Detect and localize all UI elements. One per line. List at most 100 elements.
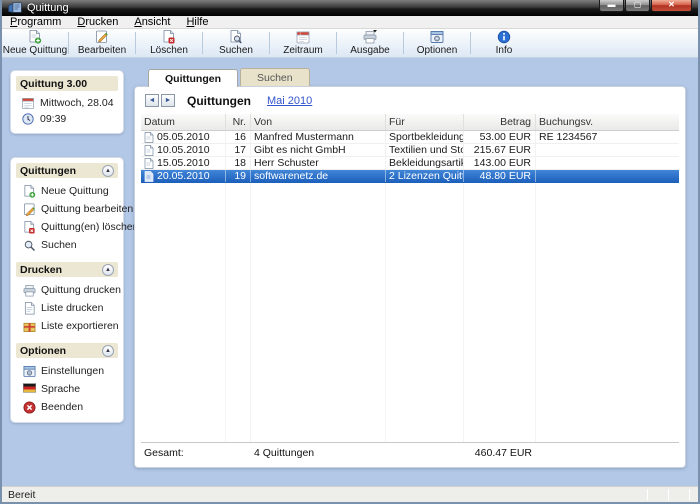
cell-fuer: 2 Lizenzen Quittung	[386, 170, 464, 182]
cell-nr: 17	[226, 144, 251, 156]
app-icon	[8, 2, 22, 14]
toolbar-output-button[interactable]: Ausgabe	[337, 29, 403, 57]
cell-datum: 05.05.2010	[157, 131, 210, 143]
clock-icon	[22, 113, 35, 126]
toolbar-edit-button[interactable]: Bearbeiten	[69, 29, 135, 57]
page-title: Quittungen	[187, 94, 251, 108]
panel-header: ◄ ► Quittungen Mai 2010	[135, 87, 685, 114]
sidebar-item-label: Quittung(en) löschen	[41, 221, 138, 233]
sidebar-item-sprache[interactable]: Sprache	[14, 380, 120, 398]
column-header-von[interactable]: Von	[251, 114, 386, 130]
sidebar-item-label: Neue Quittung	[41, 185, 109, 197]
cell-nr: 19	[226, 170, 251, 182]
sidebar-item-suchen[interactable]: Suchen	[14, 236, 120, 254]
sidebar-item-quittung-drucken[interactable]: Quittung drucken	[14, 281, 120, 299]
toolbar-new-receipt-button[interactable]: Neue Quittung	[2, 29, 68, 57]
cell-von: Manfred Mustermann	[251, 131, 386, 143]
group-header-drucken: Drucken ▲	[16, 262, 118, 277]
menu-drucken[interactable]: Drucken	[77, 16, 118, 28]
cell-datum: 10.05.2010	[157, 144, 210, 156]
table-row[interactable]: 10.05.2010 17 Gibt es nicht GmbH Textili…	[141, 144, 679, 157]
sidebar-item-quittung-bearbeiten[interactable]: Quittung bearbeiten	[14, 200, 120, 218]
toolbar-button-label: Info	[496, 45, 513, 56]
sidebar-item-label: Einstellungen	[41, 365, 104, 377]
cell-von: softwarenetz.de	[251, 170, 386, 182]
sidebar-item-liste-drucken[interactable]: Liste drucken	[14, 299, 120, 317]
collapse-icon[interactable]: ▲	[102, 264, 114, 276]
info-icon	[497, 30, 511, 44]
toolbar-button-label: Löschen	[150, 45, 188, 56]
group-header-optionen: Optionen ▲	[16, 343, 118, 358]
previous-month-button[interactable]: ◄	[145, 94, 159, 107]
cell-buchungsv	[536, 157, 679, 169]
table-header: Datum Nr. Von Für Betrag Buchungsv.	[141, 114, 679, 131]
sidebar-item-quittung-loeschen[interactable]: Quittung(en) löschen	[14, 218, 120, 236]
cell-betrag: 215.67 EUR	[464, 144, 536, 156]
toolbar-delete-button[interactable]: Löschen	[136, 29, 202, 57]
sidebar-item-label: Liste drucken	[41, 302, 103, 314]
sidebar-item-einstellungen[interactable]: Einstellungen	[14, 362, 120, 380]
tab-suchen[interactable]: Suchen	[240, 68, 310, 86]
column-header-datum[interactable]: Datum	[141, 114, 226, 130]
sidebar: Quittung 3.00 Mittwoch, 28.04 09:39	[10, 70, 124, 423]
sidebar-item-label: Beenden	[41, 401, 83, 413]
table-row[interactable]: 05.05.2010 16 Manfred Mustermann Sportbe…	[141, 131, 679, 144]
new-receipt-icon	[28, 30, 42, 44]
column-header-betrag[interactable]: Betrag	[464, 114, 536, 130]
table-empty-area	[141, 183, 679, 442]
quit-icon	[23, 401, 36, 414]
menu-hilfe[interactable]: Hilfe	[186, 16, 208, 28]
toolbar-search-button[interactable]: Suchen	[203, 29, 269, 57]
cell-nr: 16	[226, 131, 251, 143]
status-bar-dividers	[647, 489, 690, 500]
table-row-selected[interactable]: 20.05.2010 19 softwarenetz.de 2 Lizenzen…	[141, 170, 679, 183]
delete-icon	[162, 30, 176, 44]
window-title: Quittung	[27, 2, 69, 14]
receipt-icon	[144, 132, 154, 143]
tab-quittungen[interactable]: Quittungen	[148, 69, 238, 87]
cell-datum: 15.05.2010	[157, 157, 210, 169]
cell-betrag: 53.00 EUR	[464, 131, 536, 143]
close-button[interactable]: ✕	[651, 0, 692, 12]
toolbar-options-button[interactable]: Optionen	[404, 29, 470, 57]
printer-icon	[23, 284, 36, 297]
calendar-icon: 1	[296, 30, 310, 44]
cell-buchungsv	[536, 170, 679, 182]
cell-datum: 20.05.2010	[157, 170, 210, 182]
minimize-button[interactable]: ▬	[599, 0, 624, 12]
column-header-nr[interactable]: Nr.	[226, 114, 251, 130]
sidebar-item-label: Suchen	[41, 239, 77, 251]
period-link[interactable]: Mai 2010	[267, 95, 312, 107]
cell-betrag: 143.00 EUR	[464, 157, 536, 169]
sidebar-item-beenden[interactable]: Beenden	[14, 398, 120, 416]
toolbar-period-button[interactable]: 1 Zeitraum	[270, 29, 336, 57]
toolbar-info-button[interactable]: Info	[471, 29, 537, 57]
column-header-fuer[interactable]: Für	[386, 114, 464, 130]
cell-buchungsv: RE 1234567	[536, 131, 679, 143]
menu-ansicht[interactable]: Ansicht	[134, 16, 170, 28]
collapse-icon[interactable]: ▲	[102, 345, 114, 357]
sidebar-item-label: Liste exportieren	[41, 320, 119, 332]
print-output-icon	[363, 30, 377, 44]
receipt-icon	[144, 158, 154, 169]
table-row[interactable]: 15.05.2010 18 Herr Schuster Bekleidungsa…	[141, 157, 679, 170]
status-bar: Bereit	[2, 486, 698, 502]
sidebar-item-liste-exportieren[interactable]: Liste exportieren	[14, 317, 120, 335]
cell-fuer: Sportbekleidung	[386, 131, 464, 143]
menu-programm[interactable]: Programm	[10, 16, 61, 28]
sidebar-item-neue-quittung[interactable]: Neue Quittung	[14, 182, 120, 200]
table-footer: Gesamt: 4 Quittungen 460.47 EUR	[141, 442, 679, 462]
toolbar-button-label: Zeitraum	[283, 45, 322, 56]
main-content: Quittungen Suchen ◄ ► Quittungen Mai 201…	[134, 68, 686, 468]
sidebar-item-label: Sprache	[41, 383, 80, 395]
cell-betrag: 48.80 EUR	[464, 170, 536, 182]
maximize-button[interactable]: ▢	[625, 0, 650, 12]
total-amount: 460.47 EUR	[464, 447, 536, 459]
collapse-icon[interactable]: ▲	[102, 165, 114, 177]
column-header-buchungsv[interactable]: Buchungsv.	[536, 114, 679, 130]
toolbar-button-label: Neue Quittung	[3, 45, 68, 56]
next-month-button[interactable]: ►	[161, 94, 175, 107]
sidebar-item-label: Quittung bearbeiten	[41, 203, 133, 215]
time-row: 09:39	[14, 111, 120, 127]
status-text: Bereit	[8, 489, 35, 501]
